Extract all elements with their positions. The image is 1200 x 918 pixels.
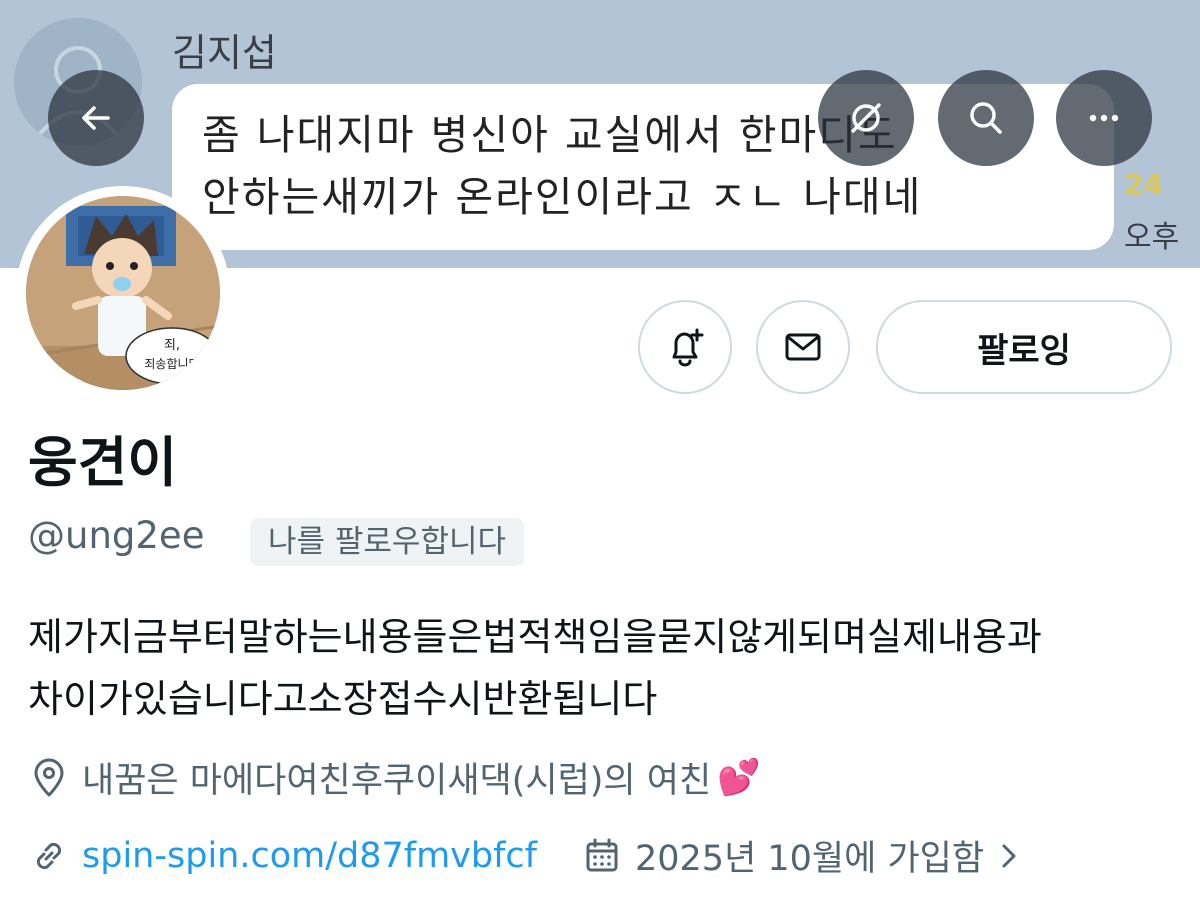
joined-text: 2025년 10월에 가입함 bbox=[635, 839, 985, 879]
more-button[interactable] bbox=[1056, 70, 1152, 166]
grok-button[interactable] bbox=[818, 70, 914, 166]
search-icon bbox=[970, 102, 1002, 134]
calendar-icon bbox=[586, 838, 618, 871]
more-icon bbox=[1089, 114, 1119, 122]
grok-icon bbox=[851, 103, 881, 133]
location-pin-icon bbox=[34, 758, 64, 796]
chat-time: 오후 bbox=[1124, 220, 1180, 255]
joined-date[interactable]: 2025년 10월에 가입함 bbox=[581, 830, 1024, 881]
arrow-left-icon bbox=[82, 106, 110, 130]
location-text: 내꿈은 마에다여친후쿠이새댁(시럽)의 여친 bbox=[82, 761, 712, 801]
cartoon-avatar-image: 죄, 죄송합니다 bbox=[26, 196, 220, 390]
bio-line: 제가지금부터말하는내용들은법적책임을묻지않게되며실제내용과 bbox=[28, 615, 1042, 659]
user-handle: @ung2ee bbox=[28, 514, 205, 557]
message-button[interactable] bbox=[756, 300, 850, 394]
display-name: 웅견이 bbox=[28, 431, 178, 494]
location-row: 내꿈은 마에다여친후쿠이새댁(시럽)의 여친 💕 bbox=[28, 752, 761, 803]
notifications-button[interactable] bbox=[638, 300, 732, 394]
chevron-right-icon bbox=[1002, 844, 1016, 867]
search-button[interactable] bbox=[938, 70, 1034, 166]
profile-bio: 제가지금부터말하는내용들은법적책임을묻지않게되며실제내용과 차이가있습니다고소장… bbox=[28, 606, 1188, 730]
profile-avatar[interactable]: 죄, 죄송합니다 bbox=[16, 186, 230, 400]
link-row: spin-spin.com/d87fmvbfcf 2025년 10월에 가입함 bbox=[28, 830, 1024, 881]
avatar-image: 죄, 죄송합니다 bbox=[26, 196, 220, 390]
link-icon bbox=[36, 842, 62, 869]
back-button[interactable] bbox=[48, 70, 144, 166]
following-button[interactable]: 팔로잉 bbox=[876, 300, 1172, 394]
bio-line: 차이가있습니다고소장접수시반환됩니다 bbox=[28, 677, 658, 721]
envelope-icon bbox=[785, 333, 821, 361]
chat-unread-count: 24 bbox=[1124, 168, 1163, 201]
chat-sender-name: 김지섭 bbox=[172, 31, 277, 75]
bell-plus-icon bbox=[672, 328, 704, 367]
chat-message-line: 안하는새끼가 온라인이라고 ㅈㄴ 나대네 bbox=[202, 173, 923, 221]
heart-emoji: 💕 bbox=[717, 758, 761, 798]
avatar-speech-text: 죄송합니다 bbox=[144, 357, 199, 371]
follows-you-badge: 나를 팔로우합니다 bbox=[250, 518, 525, 566]
avatar-speech-text: 죄, bbox=[164, 338, 180, 353]
website-link[interactable]: spin-spin.com/d87fmvbfcf bbox=[82, 836, 537, 876]
